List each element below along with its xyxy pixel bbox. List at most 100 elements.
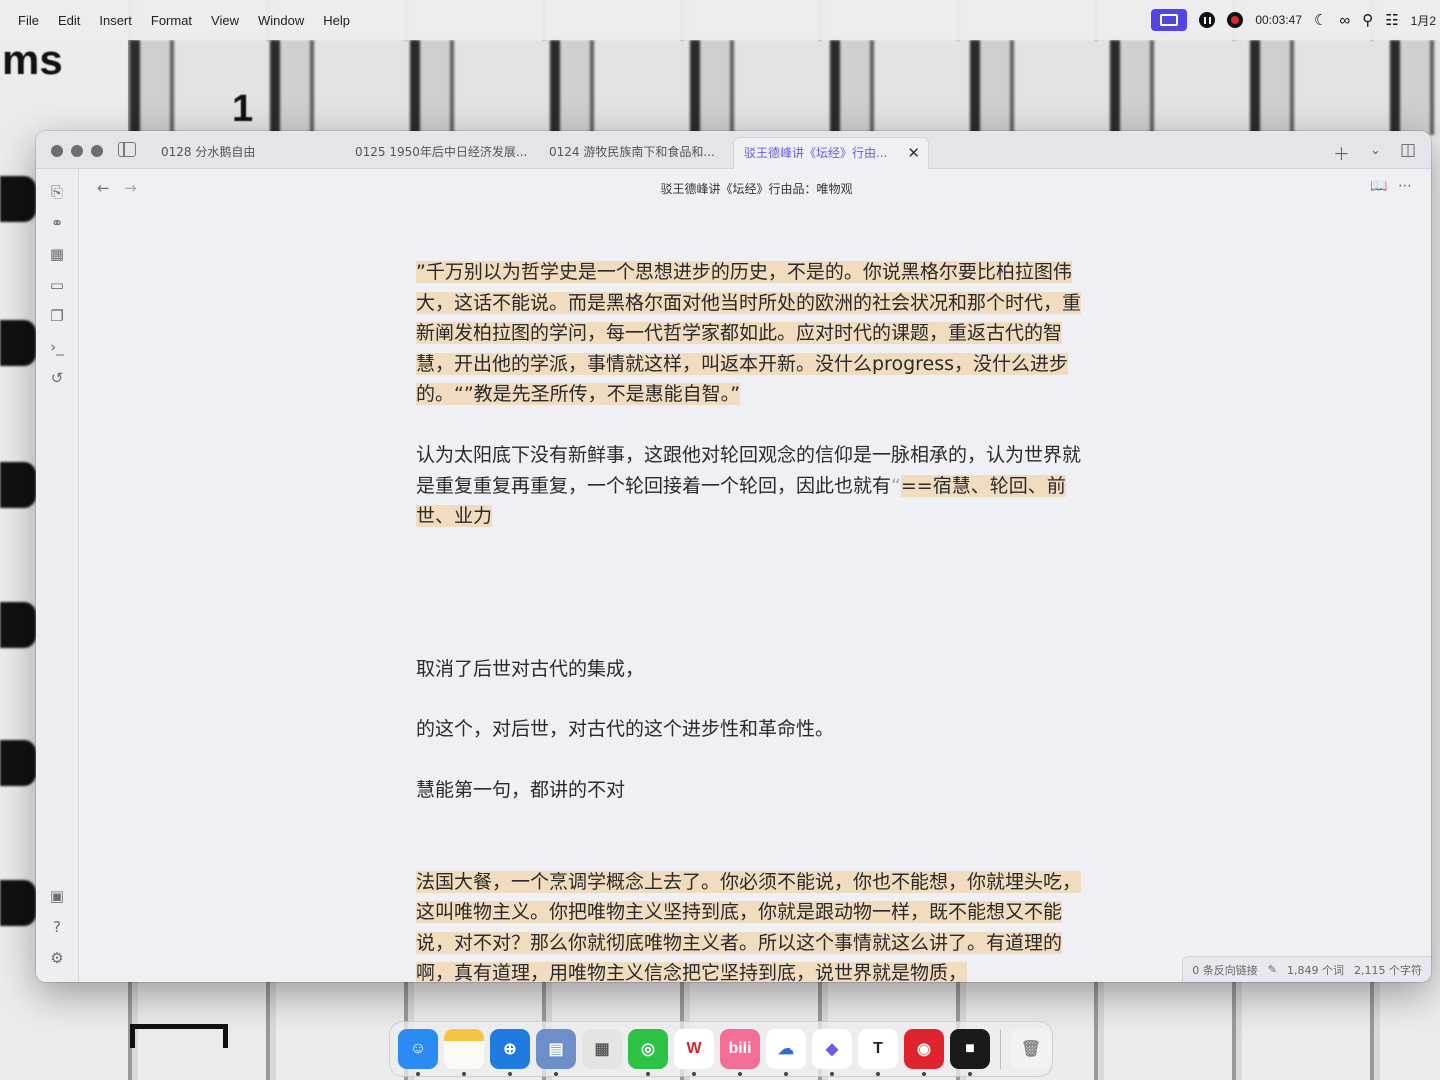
help-icon[interactable]: ? (48, 918, 66, 936)
backlinks-count[interactable]: 0 条反向链接 (1192, 962, 1258, 978)
command-palette-icon[interactable]: ›_ (48, 338, 66, 356)
running-indicator (738, 1072, 742, 1076)
paragraph-materialism: 法国大餐，一个烹调学概念上去了。你必须不能说，你也不能想，你就埋头吃，这叫唯物主… (416, 867, 1096, 982)
menu-file[interactable]: File (18, 13, 39, 28)
dock: ☺ ⊕ ▤ ▦ ◎ Wbili ☁ ◆ T ◉ ■ 🗑 (389, 1021, 1053, 1077)
edit-pencil-icon[interactable]: ✎ (1268, 963, 1277, 976)
screen-record-icon[interactable] (1151, 9, 1188, 31)
menu-clock[interactable]: 1月2 (1411, 12, 1436, 29)
dock-wechat-icon[interactable]: ◎ (628, 1029, 668, 1076)
paragraph-text: 的这个，对后世，对古代的这个进步性和革命性。 (416, 718, 835, 741)
zoom-window-button[interactable] (91, 145, 103, 157)
sidebar-toggle-icon[interactable] (118, 142, 136, 157)
link-icon[interactable]: ∞ (1339, 12, 1350, 29)
menu-format[interactable]: Format (151, 13, 192, 28)
dock-wps-icon[interactable]: W (674, 1029, 714, 1076)
tab-label: 0124 游牧民族南下和食品和... (549, 145, 715, 159)
minimize-window-button[interactable] (71, 145, 83, 157)
background-mark (0, 880, 36, 926)
more-options-icon[interactable]: ⋯ (1398, 178, 1412, 194)
pause-recording-icon[interactable] (1199, 12, 1216, 28)
dock-notes-icon[interactable] (444, 1029, 484, 1076)
tab-note-0125[interactable]: 0125 1950年后中日经济发展... (345, 137, 535, 169)
running-indicator (462, 1072, 466, 1076)
close-tab-icon[interactable]: ✕ (907, 138, 920, 168)
dock-netease-music-icon[interactable]: ◉ (904, 1029, 944, 1076)
word-count: 1,849 个词 (1287, 963, 1344, 977)
running-indicator (784, 1072, 788, 1076)
dock-typora-icon[interactable]: T (858, 1029, 898, 1076)
paragraph-quote: ”千万别以为哲学史是一个思想进步的历史，不是的。你说黑格尔要比柏拉图伟大，这话不… (416, 257, 1096, 410)
tab-active-note[interactable]: 驳王德峰讲《坛经》行由... ✕ (733, 137, 929, 169)
tab-note-0124[interactable]: 0124 游牧民族南下和食品和... (539, 137, 729, 169)
background-video-strip (130, 40, 1440, 135)
focus-moon-icon[interactable]: ☾ (1314, 11, 1327, 29)
running-indicator (554, 1072, 558, 1076)
running-indicator (830, 1072, 834, 1076)
running-indicator (968, 1072, 972, 1076)
menu-help[interactable]: Help (323, 13, 350, 28)
background-mark (0, 740, 36, 786)
menu-edit[interactable]: Edit (58, 13, 80, 28)
window-controls (51, 145, 103, 157)
right-sidebar-toggle-icon[interactable]: ◫ (1400, 140, 1416, 160)
tab-label: 0125 1950年后中日经济发展... (355, 145, 528, 159)
running-indicator (508, 1072, 512, 1076)
stop-recording-icon[interactable] (1227, 12, 1244, 28)
background-label-ms: ms (2, 36, 63, 83)
calendar-icon[interactable]: ▭ (48, 276, 66, 294)
dock-bilibili-icon[interactable]: bili (720, 1029, 760, 1076)
network-icon[interactable]: ⚲ (1362, 11, 1373, 29)
canvas-icon[interactable]: ▦ (48, 245, 66, 263)
history-icon[interactable]: ↺ (48, 369, 66, 387)
tab-list-chevron-down-icon[interactable]: ⌄ (1370, 143, 1381, 158)
running-indicator (646, 1072, 650, 1076)
dock-finder-icon[interactable]: ☺ (398, 1029, 438, 1076)
dock-separator (1000, 1029, 1001, 1069)
menu-bar: File Edit Insert Format View Window Help… (0, 0, 1440, 40)
control-center-icon[interactable]: ☷ (1385, 11, 1398, 29)
tab-note-0128[interactable]: 0128 分水鹅自由 (151, 137, 331, 169)
dock-launchpad-icon[interactable]: ▦ (582, 1029, 622, 1069)
ribbon: ⎘ ⚭ ▦ ▭ ❐ ›_ ↺ ▣ ? ⚙ (36, 169, 79, 982)
background-mark (0, 176, 36, 222)
dock-preview-icon[interactable]: ▤ (536, 1029, 576, 1076)
dock-obsidian-icon[interactable]: ◆ (812, 1029, 852, 1076)
tab-label: 0128 分水鹅自由 (161, 145, 256, 159)
vault-icon[interactable]: ▣ (48, 887, 66, 905)
settings-gear-icon[interactable]: ⚙ (48, 949, 66, 967)
paragraph-text: 取消了后世对古代的集成， (416, 657, 645, 680)
obsidian-window: 0128 分水鹅自由 0125 1950年后中日经济发展... 0124 游牧民… (36, 131, 1431, 982)
text-cursor-quote: “ (891, 474, 901, 497)
menu-view[interactable]: View (211, 13, 239, 28)
copy-icon[interactable]: ❐ (48, 307, 66, 325)
highlighted-text: ”千万别以为哲学史是一个思想进步的历史，不是的。你说黑格尔要比柏拉图伟大，这话不… (416, 261, 1082, 406)
background-label-1: 1 (232, 88, 254, 130)
menu-items: File Edit Insert Format View Window Help (0, 13, 369, 28)
note-title[interactable]: 驳王德峰讲《坛经》行由品：唯物观 (36, 180, 1431, 197)
tab-label: 驳王德峰讲《坛经》行由... (744, 146, 888, 160)
paragraph-reincarnation: 认为太阳底下没有新鲜事，这跟他对轮回观念的信仰是一脉相承的，认为世界就是重复重复… (416, 440, 1096, 532)
menu-window[interactable]: Window (258, 13, 304, 28)
graph-view-icon[interactable]: ⚭ (48, 214, 66, 232)
reading-view-book-icon[interactable]: 📖 (1370, 178, 1387, 194)
dock-trash-icon[interactable]: 🗑 (1011, 1029, 1051, 1069)
menu-bar-status-area: 00:03:47 ☾ ∞ ⚲ ☷ 1月2 (1151, 0, 1440, 40)
dock-safari-icon[interactable]: ⊕ (490, 1029, 530, 1076)
dock-rec-camera-icon[interactable]: ■ (950, 1029, 990, 1076)
title-bar: 0128 分水鹅自由 0125 1950年后中日经济发展... 0124 游牧民… (36, 131, 1431, 169)
background-scale-bar (130, 1024, 228, 1048)
char-count: 2,115 个字符 (1354, 963, 1422, 977)
menu-insert[interactable]: Insert (99, 13, 132, 28)
dock-cloud-drive-icon[interactable]: ☁ (766, 1029, 806, 1076)
background-mark (0, 602, 36, 648)
running-indicator (922, 1072, 926, 1076)
close-window-button[interactable] (51, 145, 63, 157)
running-indicator (876, 1072, 880, 1076)
note-editor[interactable]: ”千万别以为哲学史是一个思想进步的历史，不是的。你说黑格尔要比柏拉图伟大，这话不… (416, 257, 1096, 982)
new-tab-icon[interactable]: ＋ (1333, 140, 1350, 165)
recording-timer: 00:03:47 (1255, 13, 1303, 27)
background-mark (0, 320, 36, 366)
background-mark (0, 462, 36, 508)
paragraph-text: 慧能第一句，都讲的不对 (416, 778, 626, 801)
